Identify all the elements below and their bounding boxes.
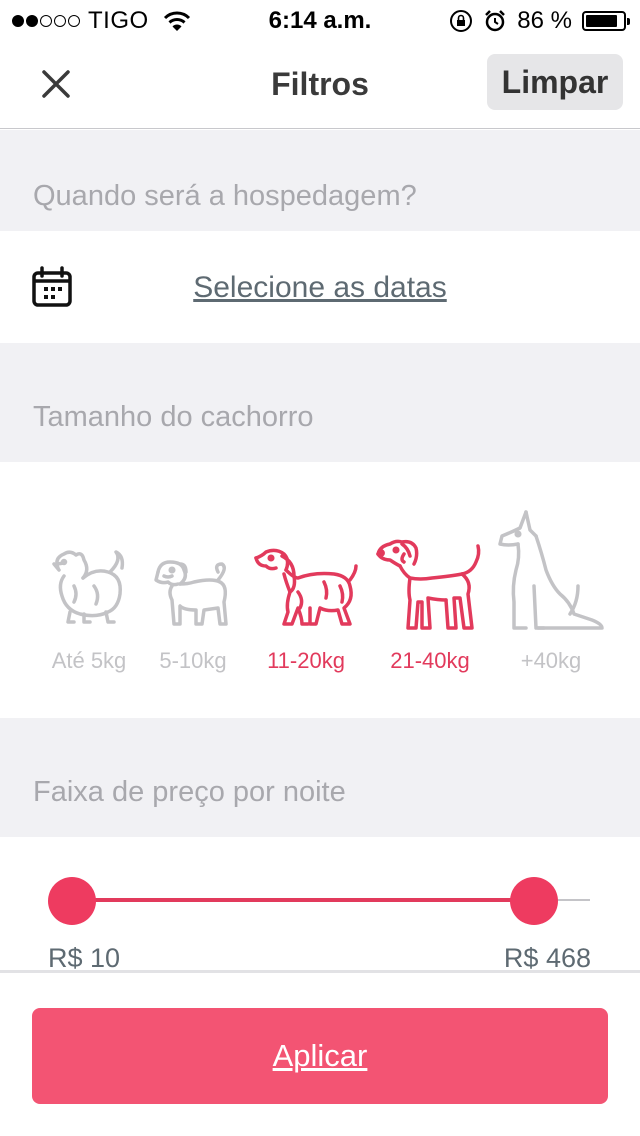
dog-size-section-header: Tamanho do cachorro [0, 343, 640, 462]
alarm-icon [485, 10, 506, 32]
dog-size-option-ate-5kg[interactable]: Até 5kg [50, 462, 128, 718]
battery-icon [582, 11, 630, 31]
dog-size-label: Até 5kg [51, 648, 127, 673]
dog-size-option-5-10kg[interactable]: 5-10kg [154, 462, 232, 718]
price-min-label: R$ 10 [48, 943, 121, 973]
status-bar: TIGO 6:14 a.m. 86 % [0, 0, 640, 40]
battery-fill [586, 15, 617, 27]
orientation-lock-icon [450, 10, 473, 32]
retriever-icon [376, 539, 481, 630]
status-right: 86 % [449, 7, 630, 35]
dates-section-header: Quando será a hospedagem? [0, 130, 640, 231]
price-section-header: Faixa de preço por noite [0, 718, 640, 837]
select-dates-link[interactable]: Selecione as datas [0, 271, 640, 305]
price-header-text: Faixa de preço por noite [33, 776, 346, 808]
date-selector-row[interactable]: Selecione as datas [0, 231, 640, 343]
clear-button[interactable]: Limpar [487, 54, 623, 110]
nav-bar: Filtros Limpar [0, 40, 640, 129]
dates-header-text: Quando será a hospedagem? [33, 180, 417, 212]
great-dane-icon [498, 510, 604, 630]
dog-size-option-11-20kg[interactable]: 11-20kg [254, 462, 358, 718]
dog-size-header-text: Tamanho do cachorro [33, 401, 314, 433]
dog-size-option-21-40kg[interactable]: 21-40kg [376, 462, 484, 718]
price-range-row: R$ 10 R$ 468 [0, 837, 640, 973]
battery-percent: 86 % [517, 7, 572, 34]
price-max-label: R$ 468 [503, 943, 591, 973]
price-min-thumb[interactable] [48, 877, 96, 925]
price-slider-selected-range [72, 898, 534, 902]
dog-size-row: Até 5kg 5-10kg 11-20kg 21-40kg +40kg [0, 462, 640, 718]
pug-icon [154, 560, 228, 626]
apply-button[interactable]: Aplicar [32, 1008, 608, 1104]
dog-size-option-mais-40kg[interactable]: +40kg [498, 462, 604, 718]
dog-size-label: +40kg [520, 648, 582, 673]
pomeranian-icon [52, 550, 125, 624]
spaniel-icon [254, 548, 358, 626]
price-max-thumb[interactable] [510, 877, 558, 925]
